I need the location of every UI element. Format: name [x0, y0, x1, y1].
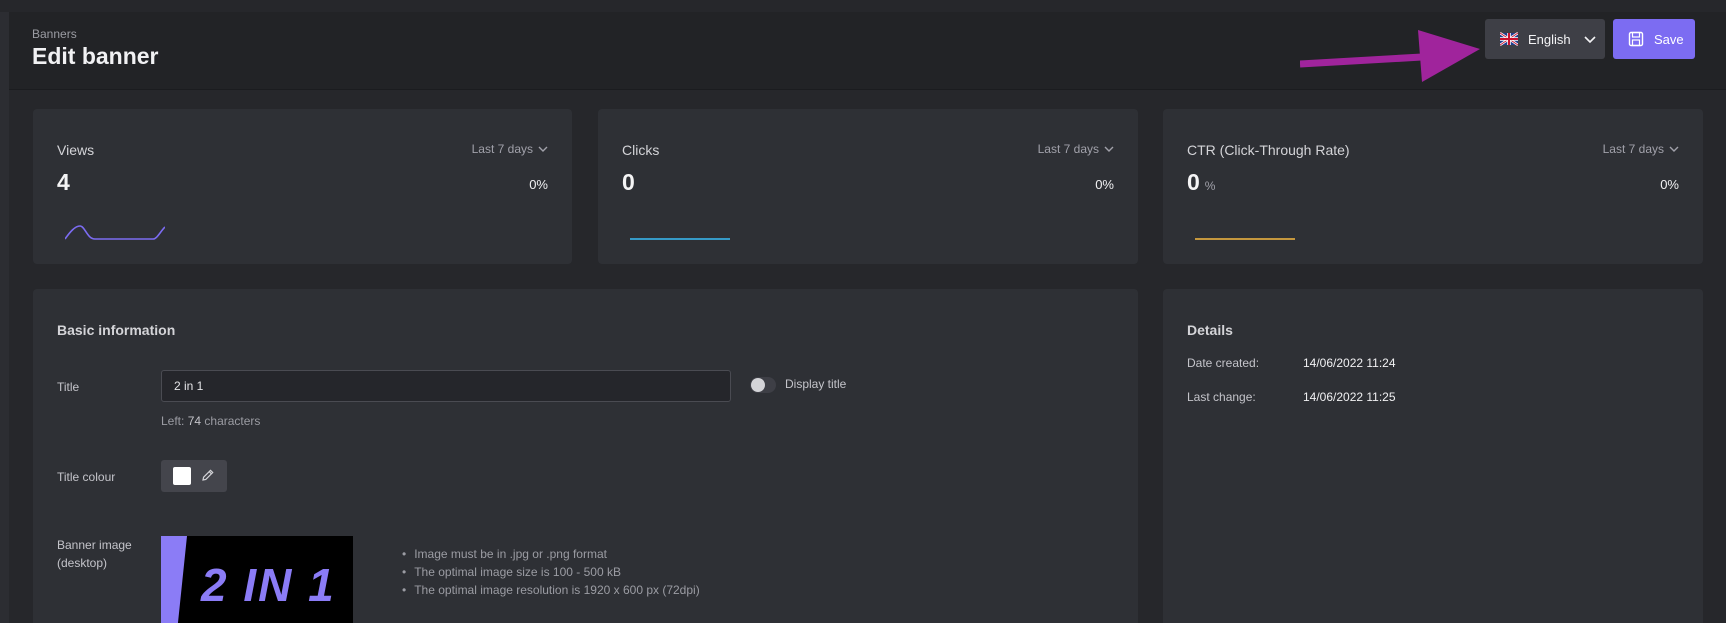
- date-created-value: 14/06/2022 11:24: [1303, 356, 1396, 370]
- left-edge: [0, 12, 9, 623]
- stat-title: CTR (Click-Through Rate): [1187, 142, 1350, 158]
- stat-change: 0%: [1660, 177, 1679, 192]
- views-card: Views Last 7 days 4 0%: [33, 109, 572, 264]
- stat-value: 0%: [1187, 169, 1215, 196]
- stat-change: 0%: [529, 177, 548, 192]
- save-label: Save: [1654, 31, 1684, 47]
- chevron-down-icon: [1669, 146, 1679, 152]
- left-count: 74: [187, 414, 202, 428]
- details-card: Details Date created: 14/06/2022 11:24 L…: [1163, 289, 1703, 623]
- stat-value: 0: [622, 169, 635, 196]
- language-label: English: [1528, 31, 1571, 47]
- stat-number: 4: [57, 169, 70, 195]
- breadcrumb[interactable]: Banners: [32, 27, 77, 41]
- banner-image-label: Banner image: [57, 538, 132, 552]
- period-label: Last 7 days: [1602, 142, 1664, 156]
- last-change-label: Last change:: [1187, 390, 1256, 404]
- ctr-sparkline: [1195, 238, 1295, 240]
- title-colour-picker[interactable]: [161, 460, 227, 492]
- last-change-value: 14/06/2022 11:25: [1303, 390, 1396, 404]
- chevron-down-icon: [1584, 36, 1596, 44]
- section-title: Basic information: [57, 322, 176, 338]
- left-suffix: characters: [204, 414, 261, 428]
- basic-information-card: Basic information Title Display title Le…: [33, 289, 1138, 623]
- save-button[interactable]: Save: [1613, 19, 1695, 59]
- period-dropdown[interactable]: Last 7 days: [1038, 142, 1114, 156]
- image-requirements: Image must be in .jpg or .png format The…: [402, 545, 700, 599]
- page-title: Edit banner: [32, 43, 159, 69]
- banner-image-text: 2 IN 1: [201, 559, 336, 611]
- hint-item: The optimal image size is 100 - 500 kB: [402, 563, 700, 581]
- banner-image-preview[interactable]: 2 IN 1: [161, 536, 353, 623]
- period-label: Last 7 days: [471, 142, 533, 156]
- period-label: Last 7 days: [1037, 142, 1099, 156]
- app-frame: Banners Edit banner English Save Views L…: [0, 0, 1726, 623]
- banner-image-sublabel: (desktop): [57, 556, 108, 570]
- language-selector[interactable]: English: [1485, 19, 1605, 59]
- title-input[interactable]: [161, 370, 731, 402]
- clicks-card: Clicks Last 7 days 0 0%: [598, 109, 1138, 264]
- stat-number: 0: [1187, 169, 1200, 195]
- ctr-card: CTR (Click-Through Rate) Last 7 days 0% …: [1163, 109, 1703, 264]
- annotation-arrow: [1300, 30, 1480, 82]
- chevron-down-icon: [538, 146, 548, 152]
- uk-flag-icon: [1500, 32, 1518, 46]
- stat-change: 0%: [1095, 177, 1114, 192]
- title-label: Title: [57, 380, 80, 394]
- clicks-sparkline: [630, 238, 730, 240]
- views-sparkline: [65, 225, 165, 240]
- save-icon: [1628, 31, 1644, 47]
- display-title-label: Display title: [785, 377, 847, 391]
- toggle-knob: [751, 378, 765, 392]
- pencil-icon: [202, 469, 214, 481]
- period-dropdown[interactable]: Last 7 days: [472, 142, 548, 156]
- section-title: Details: [1187, 322, 1233, 338]
- stat-unit: %: [1204, 179, 1216, 193]
- left-prefix: Left:: [161, 414, 185, 428]
- stat-title: Clicks: [622, 142, 660, 158]
- period-dropdown[interactable]: Last 7 days: [1603, 142, 1679, 156]
- hint-item: Image must be in .jpg or .png format: [402, 545, 700, 563]
- colour-swatch: [173, 467, 191, 485]
- date-created-label: Date created:: [1187, 356, 1260, 370]
- stat-number: 0: [622, 169, 635, 195]
- title-colour-label: Title colour: [57, 470, 116, 484]
- chevron-down-icon: [1104, 146, 1114, 152]
- hint-item: The optimal image resolution is 1920 x 6…: [402, 581, 700, 599]
- stat-title: Views: [57, 142, 95, 158]
- characters-left: Left: 74 characters: [161, 414, 260, 428]
- stat-value: 4: [57, 169, 70, 196]
- banner-stripe: [161, 536, 187, 623]
- display-title-toggle[interactable]: [750, 377, 776, 393]
